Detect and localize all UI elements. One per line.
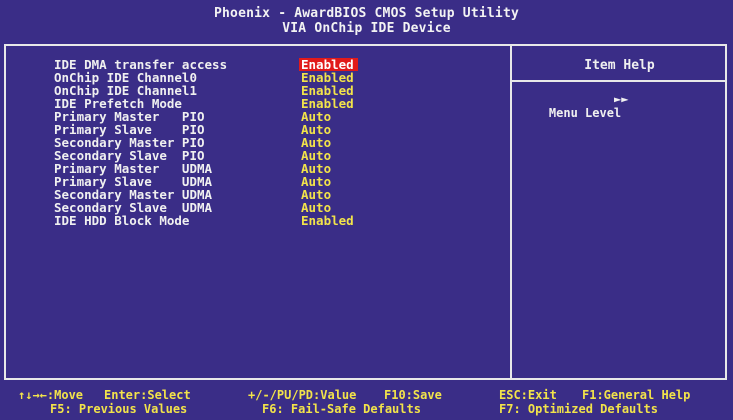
move-key-hint: ↑↓→←:Move <box>18 388 84 402</box>
exit-key-hint: ESC:Exit <box>499 388 557 402</box>
previous-values-key-hint: F5: Previous Values <box>50 402 188 416</box>
save-key-hint: F10:Save <box>384 388 442 402</box>
help-key-hint: F1:General Help <box>582 388 691 402</box>
page-title: VIA OnChip IDE Device <box>282 21 451 36</box>
bios-screen: Phoenix - AwardBIOS CMOS Setup Utility V… <box>0 0 733 420</box>
settings-list: IDE DMA transfer access Enabled OnChip I… <box>54 58 504 227</box>
menu-level: Menu Level ►► <box>520 92 629 148</box>
optimized-defaults-key-hint: F7: Optimized Defaults <box>499 402 658 416</box>
footer-row-2: F5: Previous Values F6: Fail-Safe Defaul… <box>0 402 733 416</box>
menu-level-label: Menu Level <box>548 106 622 120</box>
item-help-title: Item Help <box>584 58 655 73</box>
panel-divider <box>510 44 512 380</box>
setting-value[interactable]: Enabled <box>299 214 358 227</box>
value-key-hint: +/-/PU/PD:Value <box>248 388 357 402</box>
select-key-hint: Enter:Select <box>104 388 191 402</box>
setting-row-ide-hdd-block-mode[interactable]: IDE HDD Block Mode Enabled <box>54 214 504 227</box>
key-help-footer: ↑↓→←:Move Enter:Select +/-/PU/PD:Value F… <box>0 388 733 420</box>
bios-title: Phoenix - AwardBIOS CMOS Setup Utility <box>213 6 519 21</box>
double-arrow-icon: ►► <box>614 92 629 106</box>
footer-row-1: ↑↓→←:Move Enter:Select +/-/PU/PD:Value F… <box>0 388 733 402</box>
setting-label: IDE HDD Block Mode <box>54 213 190 228</box>
help-divider <box>512 80 727 82</box>
fail-safe-defaults-key-hint: F6: Fail-Safe Defaults <box>262 402 421 416</box>
bios-header: Phoenix - AwardBIOS CMOS Setup Utility V… <box>0 0 733 40</box>
